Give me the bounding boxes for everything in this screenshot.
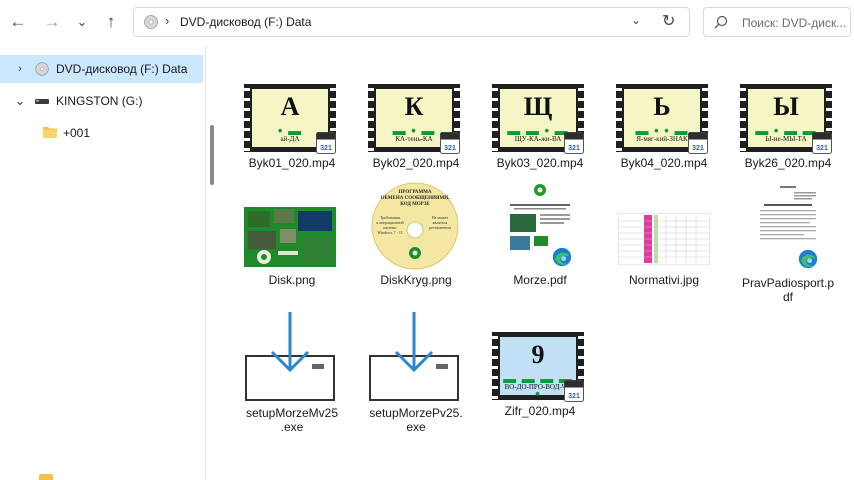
forward-button[interactable]: → [38,8,66,36]
thumb-letter: 9 [531,340,545,369]
file-item-pravpadiosport-pdf[interactable]: PravPadiosport.p df [734,180,842,305]
file-name: Normativi.jpg [628,273,700,287]
executable-installer-icon [245,312,335,401]
svg-text:321: 321 [692,145,704,152]
folder-icon [43,127,57,138]
arrow-right-icon: → [43,12,61,31]
dvd-drive-icon [35,62,49,76]
refresh-icon[interactable]: ↻ [662,11,675,31]
navigation-pane: › DVD-дисковод (F:) Data ⌄ KINGSTON (G:)… [0,46,205,480]
up-button[interactable]: ↑ [97,8,125,36]
sidebar-item-kingston[interactable]: ⌄ KINGSTON (G:) [0,87,203,115]
usb-drive-icon [35,99,49,104]
edge-browser-icon [798,249,818,269]
svg-text:регламентом: регламентом [429,225,451,230]
thumb-letter: Щ [523,92,553,121]
thumb-letter: Ь [653,92,671,121]
file-item-zifr[interactable]: 9 ▬ ▬ ▬ ▬ • ВО-ДО-ПРО-ВОД-ЧИ 321 Zifr_020.… [486,330,594,426]
address-bar[interactable]: › DVD-дисковод (F:) Data ⌄ ↻ [133,7,690,37]
chevron-down-icon: ⌄ [76,14,88,29]
chevron-right-icon[interactable]: › [14,63,26,75]
svg-text:321: 321 [816,145,828,152]
arrow-left-icon: ← [9,12,27,31]
image-thumbnail [618,213,710,265]
sidebar-scrollbar[interactable] [210,125,214,185]
file-item-setupmorzepv25[interactable]: setupMorzePv25. exe [362,306,470,436]
dvd-drive-icon [144,15,158,29]
recent-locations-button[interactable]: ⌄ [68,8,96,36]
file-name: Byk03_020.mp4 [496,156,584,170]
media-player-badge-icon: 321 [440,132,460,154]
file-item-morze-pdf[interactable]: Morze.pdf [486,180,594,290]
sidebar-item-label: KINGSTON (G:) [56,94,143,108]
file-item-normativi-jpg[interactable]: Normativi.jpg [610,180,718,290]
file-item-byk04[interactable]: Ь ▬ • • ▬ Я-мяг-кий-ЗНАК 321 Byk04_020.mp4 [610,80,718,176]
address-dropdown-icon[interactable]: ⌄ [631,13,641,27]
back-button[interactable]: ← [4,8,32,36]
search-icon [714,15,728,29]
media-player-badge-icon: 321 [564,132,584,154]
executable-installer-icon [369,312,459,401]
image-thumbnail [244,207,336,267]
file-name: setupMorzeMv25 .exe [245,406,339,434]
arrow-up-icon: ↑ [106,12,116,31]
media-player-badge-icon: 321 [564,380,584,402]
breadcrumb-separator: › [165,13,170,28]
svg-text:КОД МОРЗЕ: КОД МОРЗЕ [400,202,430,207]
file-name: Byk04_020.mp4 [620,156,708,170]
navigation-bar: ← → ⌄ ↑ › DVD-дисковод (F:) Data ⌄ ↻ Пои… [0,0,854,46]
svg-text:321: 321 [568,145,580,152]
thumb-letter: К [404,92,424,121]
file-item-diskkryg-png[interactable]: ПРОГРАММА ОБМЕНА СООБЩЕНИЯМИ. КОД МОРЗЕ … [362,180,470,290]
file-item-byk01[interactable]: А • ▬ ай-ДА 321 Byk01_020.mp4 [238,80,346,176]
svg-text:321: 321 [320,145,332,152]
svg-text:321: 321 [444,145,456,152]
file-name: setupMorzePv25. exe [369,406,463,434]
cd-image-thumbnail: ПРОГРАММА ОБМЕНА СООБЩЕНИЯМИ. КОД МОРЗЕ … [371,182,459,270]
sidebar-item-folder-001[interactable]: +001 [0,119,203,147]
search-box[interactable]: Поиск: DVD-диск... [703,7,851,37]
edge-browser-icon [552,247,572,267]
media-player-badge-icon: 321 [812,132,832,154]
svg-text:321: 321 [568,393,580,400]
file-name: Byk26_020.mp4 [744,156,832,170]
search-placeholder: Поиск: DVD-диск... [742,16,847,30]
file-name: DiskKryg.png [380,273,452,287]
file-name: Morze.pdf [513,273,567,287]
file-item-byk02[interactable]: К ▬ • ▬ КА-тень-КА 321 Byk02_020.mp4 [362,80,470,176]
sidebar-item-label: DVD-дисковод (F:) Data [56,62,188,76]
sidebar-item-label: +001 [63,126,91,140]
file-name: Disk.png [268,273,316,287]
svg-text:ОБМЕНА СООБЩЕНИЯМИ.: ОБМЕНА СООБЩЕНИЯМИ. [381,196,451,201]
media-player-badge-icon: 321 [316,132,336,154]
thumb-letter: Ы [773,92,799,121]
file-item-disk-png[interactable]: Disk.png [238,180,346,290]
file-name: Byk01_020.mp4 [248,156,336,170]
thumb-letter: А [280,92,300,121]
sidebar-item-dvd-drive[interactable]: › DVD-дисковод (F:) Data [0,55,203,83]
file-name: Zifr_020.mp4 [504,404,576,418]
file-item-byk26[interactable]: Ы ▬ • ▬ ▬ Ы-не-МЫ-ТА 321 Byk26_020.mp4 [734,80,842,176]
pane-divider[interactable] [205,46,206,480]
breadcrumb-path[interactable]: DVD-дисковод (F:) Data [180,15,311,29]
folder-icon [39,474,53,480]
svg-text:Windows 7 - 11: Windows 7 - 11 [377,230,402,235]
media-player-badge-icon: 321 [688,132,708,154]
file-name: PravPadiosport.p df [741,276,835,304]
file-name: Byk02_020.mp4 [372,156,460,170]
file-item-byk03[interactable]: Щ ▬ ▬ • ▬ ЩУ-КА-жи-ВА 321 Byk03_020.mp4 [486,80,594,176]
svg-text:ПРОГРАММА: ПРОГРАММА [398,190,431,195]
file-item-setupmorzemv25[interactable]: setupMorzeMv25 .exe [238,306,346,436]
chevron-down-icon[interactable]: ⌄ [14,93,26,109]
